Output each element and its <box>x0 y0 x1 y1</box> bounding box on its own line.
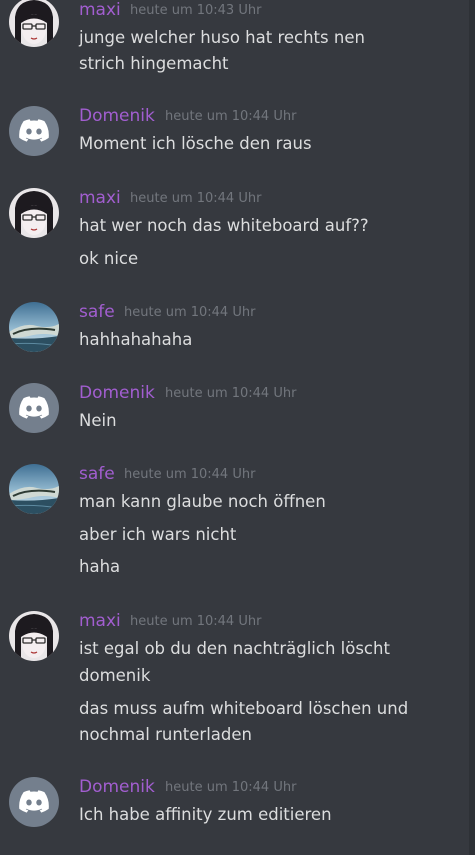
username[interactable]: maxi <box>79 188 121 208</box>
message-timestamp: heute um 10:43 Uhr <box>130 3 262 18</box>
anime-girl-icon <box>9 611 59 661</box>
anime-girl-icon <box>9 188 59 238</box>
username[interactable]: maxi <box>79 0 121 20</box>
username[interactable]: Domenik <box>79 777 155 797</box>
username[interactable]: maxi <box>79 611 121 631</box>
message-text: ok nice <box>79 249 139 268</box>
username[interactable]: safe <box>79 464 115 484</box>
message-text: hahhahahaha <box>79 330 193 349</box>
message-timestamp: heute um 10:44 Uhr <box>124 467 256 482</box>
discord-logo-icon <box>19 790 49 813</box>
message-text: man kann glaube noch öffnen <box>79 492 326 511</box>
message-timestamp: heute um 10:44 Uhr <box>165 109 297 124</box>
username[interactable]: safe <box>79 302 115 322</box>
user-avatar[interactable] <box>9 611 59 661</box>
user-avatar[interactable] <box>9 106 59 156</box>
username[interactable]: Domenik <box>79 383 155 403</box>
message-timestamp: heute um 10:44 Uhr <box>130 614 262 629</box>
user-avatar[interactable] <box>9 464 59 514</box>
message-text: Ich habe affinity zum editieren <box>79 805 332 824</box>
landscape-icon <box>9 464 59 514</box>
message-text: Nein <box>79 411 117 430</box>
discord-logo-icon <box>19 396 49 419</box>
username[interactable]: Domenik <box>79 106 155 126</box>
message-text: junge welcher huso hat rechts nen <box>79 28 365 47</box>
chat-message-list: maxi heute um 10:43 Uhr junge welcher hu… <box>0 0 475 855</box>
message-text: hat wer noch das whiteboard auf?? <box>79 216 369 235</box>
user-avatar[interactable] <box>9 0 59 47</box>
message-text: aber ich wars nicht <box>79 525 237 544</box>
message-text: nochmal runterladen <box>79 725 252 744</box>
message-text: domenik <box>79 666 151 685</box>
message-text: Moment ich lösche den raus <box>79 134 312 153</box>
anime-girl-icon <box>9 0 59 47</box>
message-text: das muss aufm whiteboard löschen und <box>79 699 409 718</box>
message-text: strich hingemacht <box>79 54 229 73</box>
user-avatar[interactable] <box>9 188 59 238</box>
scrollbar-track[interactable] <box>469 0 475 855</box>
message-timestamp: heute um 10:44 Uhr <box>130 191 262 206</box>
discord-logo-icon <box>19 119 49 142</box>
user-avatar[interactable] <box>9 302 59 352</box>
message-text: haha <box>79 557 121 576</box>
user-avatar[interactable] <box>9 383 59 433</box>
message-text: ist egal ob du den nachträglich löscht <box>79 639 390 658</box>
landscape-icon <box>9 302 59 352</box>
message-timestamp: heute um 10:44 Uhr <box>165 386 297 401</box>
message-timestamp: heute um 10:44 Uhr <box>165 780 297 795</box>
message-timestamp: heute um 10:44 Uhr <box>124 305 256 320</box>
user-avatar[interactable] <box>9 777 59 827</box>
